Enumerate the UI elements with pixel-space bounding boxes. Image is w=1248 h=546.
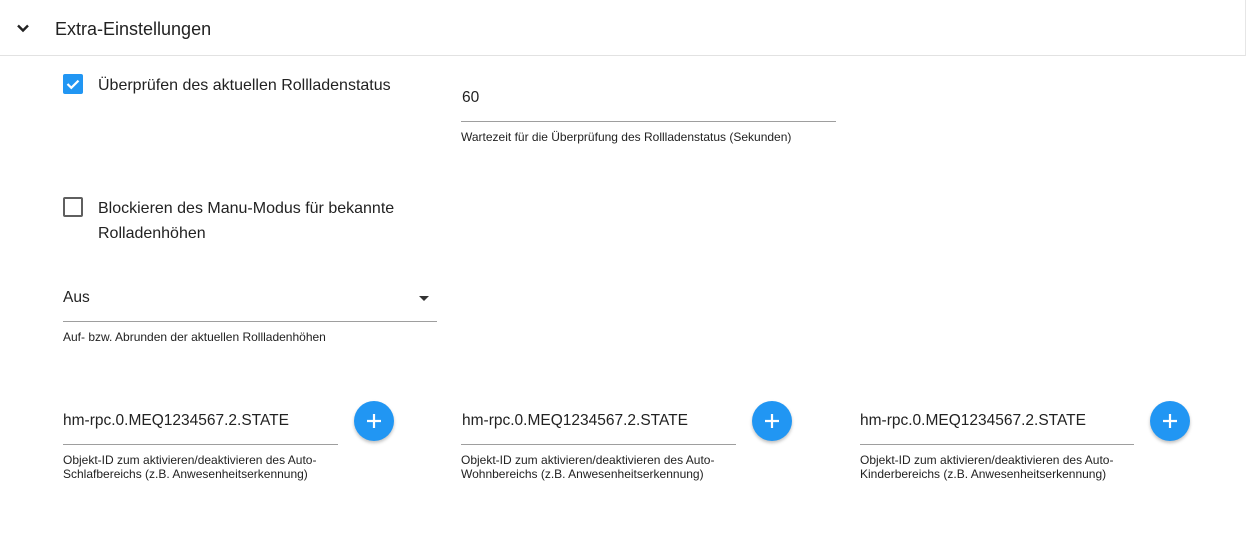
rounding-underline	[63, 321, 437, 322]
object-id-helper-schlaf: Objekt-ID zum aktivieren/deaktivieren de…	[63, 453, 317, 481]
object-id-underline-wohn	[461, 444, 736, 445]
wait-time-underline	[461, 121, 836, 122]
object-id-helper-wohn: Objekt-ID zum aktivieren/deaktivieren de…	[461, 453, 715, 481]
add-object-id-button-schlaf[interactable]	[354, 401, 394, 441]
plus-icon	[1163, 414, 1177, 428]
add-object-id-button-wohn[interactable]	[752, 401, 792, 441]
check-status-label: Überprüfen des aktuellen Rollladenstatus	[98, 77, 391, 94]
dropdown-arrow-icon[interactable]	[419, 296, 429, 301]
object-id-input-kinder[interactable]: hm-rpc.0.MEQ1234567.2.STATE	[860, 412, 1086, 430]
checkmark-icon	[66, 79, 80, 90]
check-status-checkbox[interactable]	[63, 74, 83, 94]
plus-icon	[367, 414, 381, 428]
object-id-underline-schlaf	[63, 444, 338, 445]
section-header[interactable]: Extra-Einstellungen	[0, 0, 1246, 56]
add-object-id-button-kinder[interactable]	[1150, 401, 1190, 441]
object-id-helper-kinder: Objekt-ID zum aktivieren/deaktivieren de…	[860, 453, 1114, 481]
plus-icon	[765, 414, 779, 428]
object-id-underline-kinder	[860, 444, 1134, 445]
wait-time-helper: Wartezeit für die Überprüfung des Rollla…	[461, 130, 792, 144]
rounding-helper: Auf- bzw. Abrunden der aktuellen Rolllad…	[63, 330, 326, 344]
wait-time-input[interactable]: 60	[462, 89, 479, 107]
block-manu-checkbox[interactable]	[63, 197, 83, 217]
section-title: Extra-Einstellungen	[55, 19, 212, 39]
rounding-select[interactable]: Aus	[63, 282, 437, 322]
chevron-down-icon[interactable]	[13, 18, 33, 38]
object-id-input-schlaf[interactable]: hm-rpc.0.MEQ1234567.2.STATE	[63, 412, 289, 430]
block-manu-label: Blockieren des Manu-Modus für bekannte R…	[98, 200, 395, 242]
rounding-selected-value: Aus	[63, 289, 90, 306]
object-id-input-wohn[interactable]: hm-rpc.0.MEQ1234567.2.STATE	[462, 412, 688, 430]
